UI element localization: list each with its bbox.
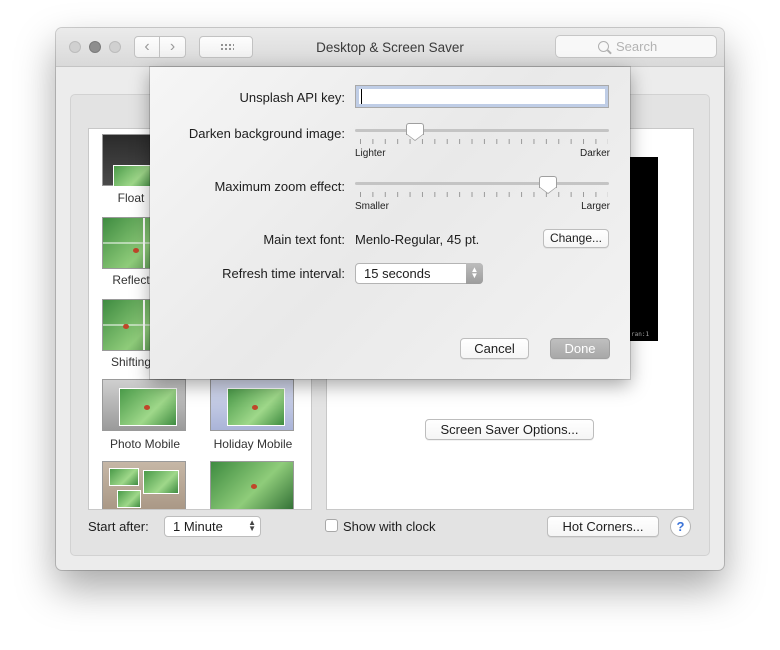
search-icon xyxy=(598,41,609,52)
show-with-clock-checkbox[interactable] xyxy=(325,519,338,532)
close-window-button[interactable] xyxy=(69,41,81,53)
screen-saver-options-button[interactable]: Screen Saver Options... xyxy=(425,419,594,440)
darken-max-label: Darker xyxy=(579,148,610,159)
done-button[interactable]: Done xyxy=(550,338,610,359)
grid-icon xyxy=(220,43,234,51)
start-after-popup[interactable]: 1 Minute ▲ ▼ xyxy=(164,516,261,537)
popup-arrows-icon: ▲ ▼ xyxy=(466,263,483,284)
refresh-label: Refresh time interval: xyxy=(222,266,345,281)
api-key-input[interactable] xyxy=(359,88,599,104)
darken-label: Darken background image: xyxy=(188,126,345,141)
font-value: Menlo-Regular, 45 pt. xyxy=(355,232,480,247)
screen-saver-label-holiday-mobile: Holiday Mobile xyxy=(213,437,293,451)
search-field[interactable]: Search xyxy=(555,35,717,58)
chevron-left-icon: ‹ xyxy=(144,38,150,55)
darken-slider-ticks xyxy=(360,139,608,144)
font-label: Main text font: xyxy=(263,232,345,247)
chevron-right-icon: › xyxy=(169,38,176,55)
refresh-interval-value: 15 seconds xyxy=(364,266,431,281)
zoom-slider-ticks xyxy=(360,192,608,197)
text-caret xyxy=(361,89,362,104)
zoom-min-label: Smaller xyxy=(355,201,389,212)
zoom-slider-track[interactable] xyxy=(355,182,609,185)
popup-arrows-icon: ▲ ▼ xyxy=(248,518,256,533)
title-bar: ‹ › Desktop & Screen Saver Search xyxy=(56,28,724,67)
window-title: Desktop & Screen Saver xyxy=(316,40,464,55)
preview-caption: ran:1 xyxy=(631,331,650,338)
api-key-label: Unsplash API key: xyxy=(239,90,346,105)
screen-saver-preview: ran:1 xyxy=(629,157,658,341)
zoom-window-button[interactable] xyxy=(109,41,121,53)
hot-corners-button[interactable]: Hot Corners... xyxy=(547,516,659,537)
screen-saver-options-sheet: Unsplash API key: Darken background imag… xyxy=(150,67,630,379)
start-after-value: 1 Minute xyxy=(173,519,223,534)
show-with-clock-label: Show with clock xyxy=(343,519,436,534)
back-button[interactable]: ‹ xyxy=(134,36,160,58)
darken-min-label: Lighter xyxy=(355,148,386,159)
start-after-label: Start after: xyxy=(88,519,149,534)
darken-slider-track[interactable] xyxy=(355,129,609,132)
screen-saver-thumbnail-holiday-mobile[interactable] xyxy=(210,379,294,431)
refresh-interval-popup[interactable]: 15 seconds ▲ ▼ xyxy=(355,263,483,284)
search-placeholder: Search xyxy=(616,39,658,54)
zoom-max-label: Larger xyxy=(581,201,610,212)
forward-button[interactable]: › xyxy=(160,36,186,58)
help-button[interactable]: ? xyxy=(670,516,691,537)
change-font-button[interactable]: Change... xyxy=(543,229,609,248)
show-all-button[interactable] xyxy=(199,36,253,58)
screen-saver-thumbnail-ken-burns[interactable] xyxy=(210,461,294,509)
screen-saver-label-photo-mobile: Photo Mobile xyxy=(109,437,181,451)
zoom-label: Maximum zoom effect: xyxy=(214,179,345,194)
api-key-field[interactable] xyxy=(355,85,609,108)
screen-saver-thumbnail-vintage-prints[interactable] xyxy=(102,461,186,509)
screen-saver-thumbnail-photo-mobile[interactable] xyxy=(102,379,186,431)
cancel-button[interactable]: Cancel xyxy=(460,338,529,359)
minimize-window-button[interactable] xyxy=(89,41,101,53)
